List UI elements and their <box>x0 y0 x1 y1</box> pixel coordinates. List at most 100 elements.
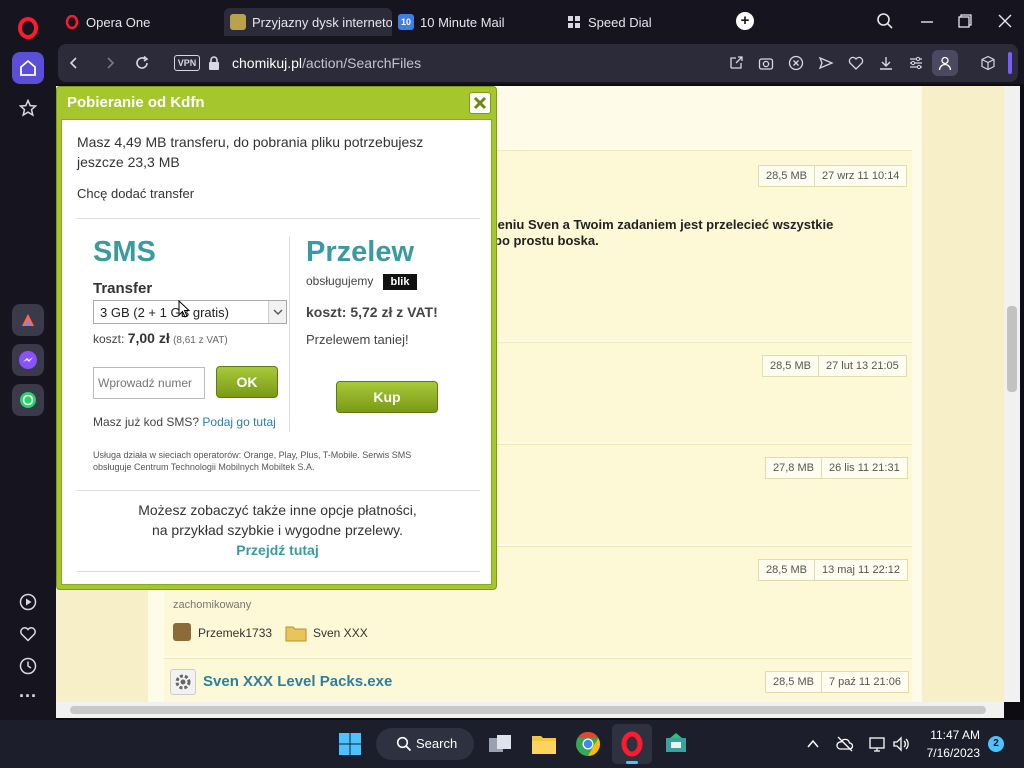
heart-icon[interactable] <box>12 618 44 650</box>
enter-code-link[interactable]: Podaj go tutaj <box>202 415 275 429</box>
chevron-down-icon <box>268 301 286 323</box>
transfer-label: Transfer <box>93 280 153 297</box>
url-field[interactable]: chomikuj.pl/action/SearchFiles <box>232 55 421 71</box>
vertical-scrollbar[interactable] <box>1004 86 1020 702</box>
address-bar-container: VPN chomikuj.pl/action/SearchFiles <box>58 44 1018 82</box>
go-here-link[interactable]: Przejdź tutaj <box>62 542 493 558</box>
file-title-link[interactable]: Sven XXX Level Packs.exe <box>203 673 392 690</box>
lock-icon[interactable] <box>206 55 222 71</box>
cost-value: 7,00 zł <box>127 330 170 346</box>
add-transfer-label: Chcę dodać transfer <box>77 186 195 201</box>
file-date: 27 lut 13 21:05 <box>817 356 906 376</box>
favorite-heart-icon[interactable] <box>848 55 864 71</box>
file-description-line1: ieniu Sven a Twoim zadaniem jest przelec… <box>494 217 834 232</box>
fineprint-line1: Usługa działa w sieciach operatorów: Ora… <box>93 450 412 460</box>
back-icon[interactable] <box>66 55 82 71</box>
chevron-up-icon[interactable] <box>806 737 820 751</box>
user-avatar-icon <box>173 623 191 641</box>
przelew-cost: koszt: 5,72 zł z VAT! <box>306 304 438 320</box>
player-icon[interactable] <box>12 586 44 618</box>
restore-window-icon[interactable] <box>956 12 974 30</box>
file-date: 27 wrz 11 10:14 <box>813 166 906 186</box>
tab-bar: Opera One Przyjazny dysk internetow 10 1… <box>56 0 1024 42</box>
sms-heading: SMS <box>93 236 156 268</box>
folder-icon <box>285 626 307 642</box>
column-divider <box>289 236 290 432</box>
tab-chomikuj[interactable]: Przyjazny dysk internetow <box>224 8 392 36</box>
file-explorer-icon[interactable] <box>530 730 558 758</box>
new-tab-plus-icon[interactable]: + <box>736 12 754 30</box>
file-meta: 28,5 MB 13 maj 11 22:12 <box>758 559 909 581</box>
dialog-body: Masz 4,49 MB transferu, do pobrania plik… <box>61 119 492 585</box>
file-meta: 28,5 MB 7 paź 11 21:06 <box>765 671 909 693</box>
search-label: Search <box>416 736 458 751</box>
task-view-icon[interactable] <box>486 730 514 758</box>
scrollbar-thumb[interactable] <box>70 706 986 714</box>
tab-label: Przyjazny dysk internetow <box>252 14 392 30</box>
chrome-icon[interactable] <box>574 730 602 758</box>
clock-time[interactable]: 11:47 AM <box>916 728 980 742</box>
bookmarks-star-icon[interactable] <box>12 92 44 124</box>
url-domain: chomikuj.pl <box>232 55 303 71</box>
transfer-info-line1: Masz 4,49 MB transferu, do pobrania plik… <box>77 134 424 150</box>
file-meta: 27,8 MB 26 lis 11 21:31 <box>765 457 908 479</box>
tab-opera-one[interactable]: Opera One <box>58 8 218 36</box>
sms-code-input[interactable] <box>93 367 205 399</box>
have-code-text: Masz już kod SMS? <box>93 415 200 429</box>
profile-button[interactable] <box>932 50 958 76</box>
cost-vat: (8,61 z VAT) <box>173 335 228 346</box>
send-icon[interactable] <box>818 55 834 71</box>
network-icon[interactable] <box>868 735 886 753</box>
speed-dial-grid-icon <box>566 14 582 30</box>
file-size: 28,5 MB <box>766 564 807 576</box>
clock-date[interactable]: 7/16/2023 <box>916 746 980 760</box>
opera-sidebar: ··· <box>0 0 56 720</box>
extensions-cube-icon[interactable] <box>980 55 996 71</box>
tab-label: Speed Dial <box>588 14 652 30</box>
tab-speed-dial[interactable]: Speed Dial <box>560 8 720 36</box>
history-clock-icon[interactable] <box>12 650 44 682</box>
przelew-heading: Przelew <box>306 236 414 268</box>
mouse-cursor-icon <box>178 300 191 318</box>
other-options-line1: Możesz zobaczyć także inne opcje płatnoś… <box>138 502 417 518</box>
opera-menu-icon[interactable] <box>12 12 44 44</box>
folder-link[interactable]: Sven XXX <box>313 626 368 640</box>
taskbar-search-box[interactable]: Search <box>376 728 474 760</box>
volume-icon[interactable] <box>892 735 910 753</box>
windows-start-icon[interactable] <box>336 730 364 758</box>
file-size: 28,5 MB <box>773 676 814 688</box>
address-toolbar: VPN chomikuj.pl/action/SearchFiles <box>56 42 1024 84</box>
notification-badge[interactable]: 2 <box>988 736 1004 752</box>
scrollbar-thumb[interactable] <box>1007 306 1017 392</box>
app-icon[interactable] <box>662 730 690 758</box>
buy-button[interactable]: Kup <box>336 381 438 413</box>
user-link[interactable]: Przemek1733 <box>198 626 272 640</box>
more-dots-icon[interactable]: ··· <box>12 680 44 712</box>
aria-ai-icon[interactable] <box>12 304 44 336</box>
blik-logo: blik <box>383 274 417 290</box>
messenger-icon[interactable] <box>12 344 44 376</box>
download-icon[interactable] <box>878 55 894 71</box>
tab-search-icon[interactable] <box>876 12 894 30</box>
horizontal-scrollbar[interactable] <box>56 702 1004 718</box>
divider <box>77 218 480 219</box>
share-icon[interactable] <box>728 55 744 71</box>
forward-icon[interactable] <box>102 55 118 71</box>
reload-icon[interactable] <box>134 55 150 71</box>
easy-setup-sliders-icon[interactable] <box>908 55 924 71</box>
adblock-icon[interactable] <box>788 55 804 71</box>
cloud-offline-icon[interactable] <box>836 735 854 753</box>
home-icon[interactable] <box>12 52 44 84</box>
opera-taskbar-button[interactable] <box>612 724 652 764</box>
file-date: 26 lis 11 21:31 <box>820 458 907 478</box>
vpn-badge[interactable]: VPN <box>174 55 200 71</box>
ok-button[interactable]: OK <box>216 366 278 398</box>
tab-10-minute-mail[interactable]: 10 10 Minute Mail <box>392 8 552 36</box>
opera-logo-icon <box>64 14 80 30</box>
camera-snapshot-icon[interactable] <box>758 55 774 71</box>
close-window-icon[interactable] <box>996 12 1014 30</box>
whatsapp-icon[interactable] <box>12 384 44 416</box>
active-indicator <box>626 761 638 764</box>
minimize-icon[interactable] <box>918 12 936 30</box>
dialog-close-button[interactable] <box>469 92 491 114</box>
